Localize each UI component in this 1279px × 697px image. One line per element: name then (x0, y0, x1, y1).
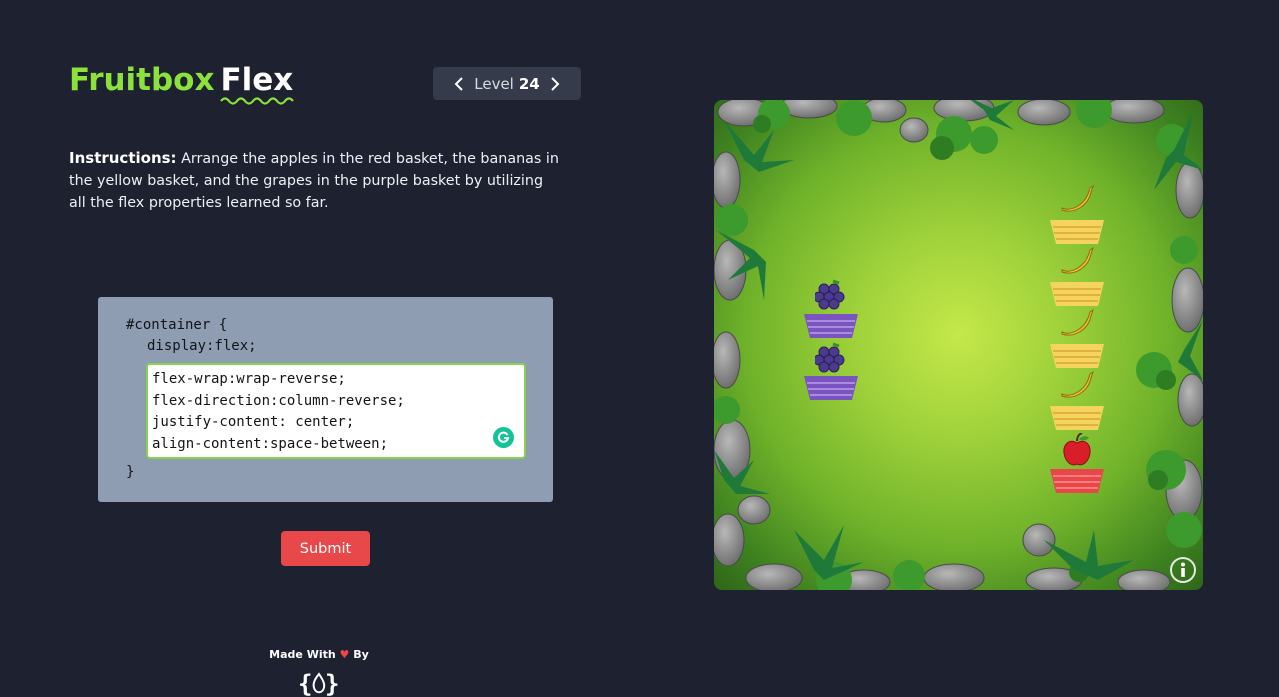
heart-icon: ♥ (339, 648, 350, 661)
svg-text:}: } (325, 670, 339, 697)
code-input-line: justify-content: center; (152, 414, 355, 430)
basket-red (1050, 467, 1104, 499)
banana-icon[interactable] (1060, 370, 1094, 404)
code-editor-panel: #container { display:flex; flex-wrap:wra… (98, 297, 553, 502)
level-number: 24 (518, 74, 540, 93)
chevron-left-icon[interactable] (448, 73, 470, 95)
app-title: Fruitbox Flex (69, 62, 295, 105)
code-input-line: flex-wrap:wrap-reverse; (152, 371, 346, 387)
game-board (714, 100, 1203, 590)
level-label: Level (474, 74, 514, 93)
basket-purple (804, 312, 858, 344)
code-input-line: flex-direction:column-reverse; (152, 392, 405, 409)
code-input-line: align-content:space-between; (152, 435, 389, 452)
basket-yellow (1050, 404, 1104, 436)
footer-credit: Made With ♥ By (260, 648, 378, 661)
grapes-icon[interactable] (813, 279, 845, 315)
code-selector-line: #container { (126, 317, 228, 333)
code-closing-line: } (126, 464, 135, 480)
banana-icon[interactable] (1060, 308, 1094, 342)
apple-icon[interactable] (1063, 432, 1091, 471)
submit-button[interactable]: Submit (281, 531, 370, 566)
banana-icon[interactable] (1060, 246, 1094, 280)
code-fixed-line: display:flex; (147, 338, 257, 354)
instructions-heading: Instructions: (69, 149, 177, 167)
footer-by: By (353, 648, 369, 661)
jungle-border-scenery (714, 100, 1203, 590)
grapes-icon[interactable] (813, 342, 845, 378)
grammarly-icon[interactable] (493, 427, 514, 448)
css-code-input[interactable]: flex-wrap:wrap-reverse; flex-direction:c… (146, 363, 526, 459)
info-icon[interactable] (1170, 557, 1196, 583)
instructions: Instructions: Arrange the apples in the … (69, 147, 559, 214)
chevron-right-icon[interactable] (544, 73, 566, 95)
squiggle-underline-icon (220, 97, 295, 105)
svg-text:{: { (298, 670, 312, 697)
codedamn-logo-icon[interactable]: { } (298, 668, 340, 697)
banana-icon[interactable] (1060, 184, 1094, 218)
level-navigator: Level 24 (433, 67, 581, 100)
app-title-part2: Flex (220, 62, 295, 105)
footer-made-with: Made With (269, 648, 336, 661)
basket-purple (804, 374, 858, 406)
app-title-part1: Fruitbox (69, 62, 215, 98)
